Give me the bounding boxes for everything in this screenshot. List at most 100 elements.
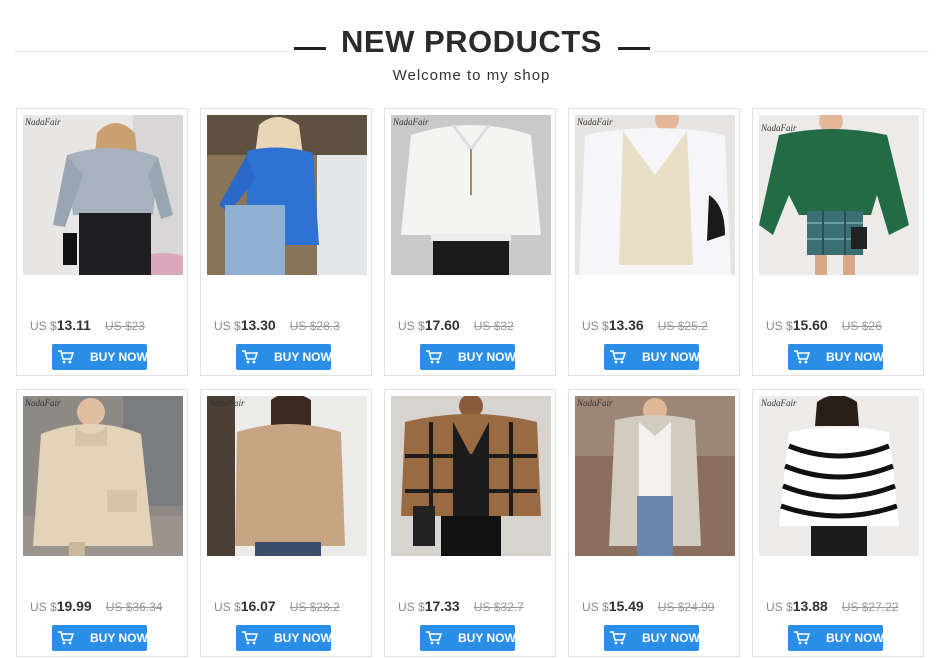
product-image[interactable] xyxy=(575,115,735,275)
original-price: US $24.99 xyxy=(657,600,715,614)
original-price: US $32 xyxy=(473,319,514,333)
product-card[interactable]: NadaFair US $17.60 US $32 BUY NOW xyxy=(384,108,556,376)
product-image[interactable] xyxy=(391,396,551,556)
sale-price: 16.07 xyxy=(240,598,276,614)
price-row: US $17.60 US $32 xyxy=(398,317,514,335)
shopping-cart-icon xyxy=(242,631,258,645)
original-price: US $23 xyxy=(104,319,145,333)
product-card[interactable]: NadaFair US $13.11 US $23 BUY NOW xyxy=(16,108,188,376)
price-row: US $13.88 US $27.22 xyxy=(766,598,898,616)
original-price: US $36.34 xyxy=(105,600,163,614)
page-title: NEW PRODUCTS xyxy=(341,24,602,59)
price-row: US $19.99 US $36.34 xyxy=(30,598,162,616)
shopping-cart-icon xyxy=(58,631,74,645)
product-image[interactable] xyxy=(759,396,919,556)
sale-price: 13.36 xyxy=(608,317,644,333)
product-card[interactable]: NadaFair US $19.99 US $36.34 BUY NOW xyxy=(16,389,188,657)
buy-now-button[interactable]: BUY NOW xyxy=(788,344,883,370)
shopping-cart-icon xyxy=(794,631,810,645)
buy-now-label: BUY NOW xyxy=(90,631,147,645)
sale-price: 13.88 xyxy=(792,598,828,614)
buy-now-label: BUY NOW xyxy=(458,631,515,645)
price-row: US $13.30 US $28.3 xyxy=(214,317,340,335)
product-card[interactable]: NadaFair US $13.88 US $27.22 BUY NOW xyxy=(752,389,924,657)
price-currency: US $ xyxy=(30,319,57,333)
buy-now-button[interactable]: BUY NOW xyxy=(52,625,147,651)
product-image[interactable] xyxy=(391,115,551,275)
page-subtitle: Welcome to my shop xyxy=(392,67,551,84)
price-currency: US $ xyxy=(582,600,609,614)
product-card[interactable]: US $17.33 US $32.7 BUY NOW xyxy=(384,389,556,657)
shopping-cart-icon xyxy=(426,350,442,364)
brand-watermark: NadaFair xyxy=(25,117,61,127)
buy-now-label: BUY NOW xyxy=(642,350,699,364)
brand-watermark: NadaFair xyxy=(393,117,429,127)
buy-now-label: BUY NOW xyxy=(458,350,515,364)
original-price: US $26 xyxy=(841,319,882,333)
shopping-cart-icon xyxy=(426,631,442,645)
sale-price: 15.49 xyxy=(608,598,644,614)
product-card[interactable]: NadaFair US $15.49 US $24.99 BUY NOW xyxy=(568,389,740,657)
shopping-cart-icon xyxy=(242,350,258,364)
original-price: US $32.7 xyxy=(473,600,524,614)
buy-now-button[interactable]: BUY NOW xyxy=(420,625,515,651)
price-currency: US $ xyxy=(214,319,241,333)
sale-price: 15.60 xyxy=(792,317,828,333)
brand-watermark: NadaFair xyxy=(25,398,61,408)
sale-price: 19.99 xyxy=(56,598,92,614)
sale-price: 17.33 xyxy=(424,598,460,614)
product-image[interactable] xyxy=(575,396,735,556)
buy-now-label: BUY NOW xyxy=(274,631,331,645)
buy-now-button[interactable]: BUY NOW xyxy=(788,625,883,651)
buy-now-button[interactable]: BUY NOW xyxy=(236,625,331,651)
brand-watermark: NadaFair xyxy=(761,123,797,133)
shopping-cart-icon xyxy=(610,631,626,645)
buy-now-label: BUY NOW xyxy=(826,631,883,645)
buy-now-label: BUY NOW xyxy=(826,350,883,364)
sale-price: 17.60 xyxy=(424,317,460,333)
brand-watermark: NadaFair xyxy=(761,398,797,408)
product-card[interactable]: NadaFair US $15.60 US $26 BUY NOW xyxy=(752,108,924,376)
price-currency: US $ xyxy=(398,600,425,614)
sale-price: 13.11 xyxy=(56,317,91,333)
buy-now-label: BUY NOW xyxy=(642,631,699,645)
original-price: US $27.22 xyxy=(841,600,899,614)
product-image[interactable] xyxy=(207,115,367,275)
sale-price: 13.30 xyxy=(240,317,276,333)
price-row: US $16.07 US $28.2 xyxy=(214,598,340,616)
price-currency: US $ xyxy=(30,600,57,614)
product-image[interactable] xyxy=(23,115,183,275)
buy-now-button[interactable]: BUY NOW xyxy=(604,344,699,370)
price-currency: US $ xyxy=(398,319,425,333)
section-header: NEW PRODUCTS Welcome to my shop xyxy=(0,0,943,100)
price-row: US $15.49 US $24.99 xyxy=(582,598,714,616)
brand-watermark: NadaFair xyxy=(577,398,613,408)
price-currency: US $ xyxy=(766,600,793,614)
price-currency: US $ xyxy=(214,600,241,614)
original-price: US $28.2 xyxy=(289,600,340,614)
product-card[interactable]: NadaFair US $16.07 US $28.2 BUY NOW xyxy=(200,389,372,657)
shopping-cart-icon xyxy=(610,350,626,364)
price-currency: US $ xyxy=(582,319,609,333)
price-row: US $15.60 US $26 xyxy=(766,317,882,335)
product-image[interactable] xyxy=(23,396,183,556)
price-row: US $13.36 US $25.2 xyxy=(582,317,708,335)
original-price: US $28.3 xyxy=(289,319,340,333)
price-currency: US $ xyxy=(766,319,793,333)
brand-watermark: NadaFair xyxy=(577,117,613,127)
price-row: US $13.11 US $23 xyxy=(30,317,145,335)
shopping-cart-icon xyxy=(58,350,74,364)
buy-now-button[interactable]: BUY NOW xyxy=(236,344,331,370)
product-image[interactable] xyxy=(759,115,919,275)
buy-now-button[interactable]: BUY NOW xyxy=(52,344,147,370)
buy-now-label: BUY NOW xyxy=(90,350,147,364)
product-card[interactable]: US $13.30 US $28.3 BUY NOW xyxy=(200,108,372,376)
original-price: US $25.2 xyxy=(657,319,708,333)
product-image[interactable] xyxy=(207,396,367,556)
buy-now-button[interactable]: BUY NOW xyxy=(604,625,699,651)
shopping-cart-icon xyxy=(794,350,810,364)
price-row: US $17.33 US $32.7 xyxy=(398,598,524,616)
product-card[interactable]: NadaFair US $13.36 US $25.2 BUY NOW xyxy=(568,108,740,376)
buy-now-label: BUY NOW xyxy=(274,350,331,364)
buy-now-button[interactable]: BUY NOW xyxy=(420,344,515,370)
